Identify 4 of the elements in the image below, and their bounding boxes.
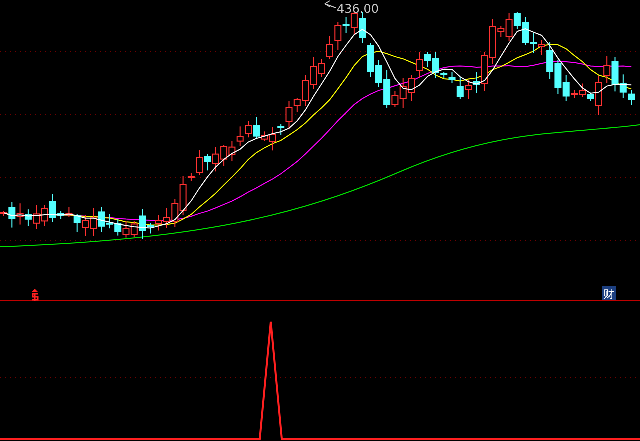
peak-price-label: 436.00 (337, 2, 379, 16)
event-badge: 财 (602, 286, 616, 301)
dollar-signal-icon (31, 289, 39, 302)
leader-line (324, 0, 336, 8)
